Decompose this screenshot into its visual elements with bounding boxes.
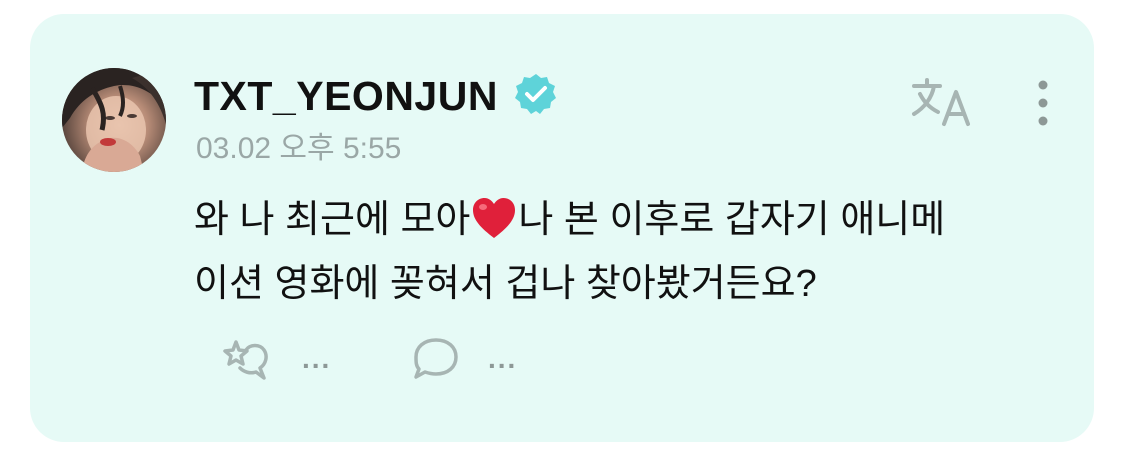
translate-icon[interactable]: [910, 76, 974, 128]
post-timestamp: 03.02 오후 5:55: [196, 132, 402, 165]
comment-count: ...: [488, 343, 518, 374]
post-text-line-1: 와 나 최근에 모아 나 본 이후로 갑자기 애니메: [194, 188, 1054, 252]
sparkle-heart-icon: [223, 340, 268, 380]
like-count: ...: [302, 343, 332, 374]
username[interactable]: TXT_YEONJUN: [194, 72, 498, 120]
more-vertical-icon[interactable]: [1030, 78, 1056, 128]
post-text-line-2: 이션 영화에 꽂혀서 겁나 찾아봤거든요?: [194, 263, 817, 305]
comment-bubble-icon: [414, 338, 458, 379]
comment-button[interactable]: ...: [410, 336, 517, 382]
post-text: 와 나 최근에 모아 나 본 이후로 갑자기 애니메 이션 영화에 꽂혀서 겁나 …: [194, 188, 1054, 316]
heart-emoji-icon: [473, 198, 516, 238]
avatar[interactable]: [62, 68, 166, 172]
verified-badge-icon: [515, 74, 556, 114]
like-button[interactable]: ...: [222, 336, 331, 382]
